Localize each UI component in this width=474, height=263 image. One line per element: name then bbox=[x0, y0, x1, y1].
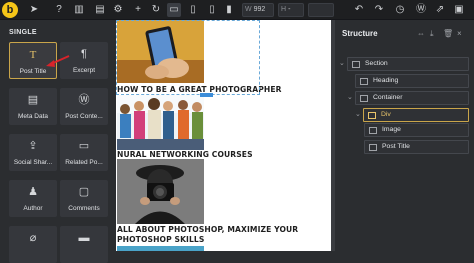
height-value: - bbox=[288, 6, 291, 13]
share-icon: ⇪ bbox=[28, 140, 38, 152]
element-related-posts[interactable]: ▭ Related Po... bbox=[60, 134, 108, 171]
structure-panel: Structure ⇔ ⤓ 🗑 × ⌄ Section Heading ⌄ Co… bbox=[335, 20, 474, 251]
attachment-icon: ⌀ bbox=[29, 232, 37, 244]
node-label: Image bbox=[382, 126, 401, 133]
structure-node-container[interactable]: ⌄ Container bbox=[347, 91, 469, 105]
post-title-text[interactable]: ALL ABOUT PHOTOSHOP, MAXIMIZE YOUR PHOTO… bbox=[117, 225, 327, 245]
add-icon[interactable]: + bbox=[131, 3, 145, 17]
structure-node-section[interactable]: ⌄ Section bbox=[339, 57, 469, 71]
wordpress-icon[interactable]: Ⓦ bbox=[414, 3, 428, 17]
node-label: Div bbox=[381, 111, 391, 118]
related-posts-icon: ▭ bbox=[78, 140, 90, 152]
node-label: Heading bbox=[373, 77, 399, 84]
undo-icon[interactable]: ↶ bbox=[352, 3, 366, 17]
chevron-down-icon[interactable]: ⌄ bbox=[339, 59, 345, 67]
post-image-phone[interactable] bbox=[117, 20, 204, 83]
element-label: Comments bbox=[68, 205, 100, 212]
document-icon: ▤ bbox=[27, 94, 39, 106]
image-icon bbox=[369, 127, 377, 134]
height-field[interactable]: H- bbox=[278, 3, 304, 17]
tablet-landscape-icon[interactable]: ▯ bbox=[186, 3, 200, 17]
element-author[interactable]: ♟ Author bbox=[9, 180, 57, 217]
redo-icon[interactable]: ↷ bbox=[372, 3, 386, 17]
chevron-down-icon[interactable]: ⌄ bbox=[355, 110, 361, 118]
elements-panel: SINGLE T Post Title ¶ Excerpt ▤ Meta Dat… bbox=[0, 20, 116, 263]
page-canvas: HOW TO BE A GREAT PHOTOGRAPHER NURAL NET… bbox=[116, 20, 331, 251]
user-icon: ♟ bbox=[28, 186, 38, 198]
element-label: Social Shar... bbox=[13, 159, 53, 166]
layers-icon[interactable]: ▥ bbox=[72, 3, 86, 17]
expand-icon[interactable]: ⇔ bbox=[417, 29, 425, 38]
pointer-icon[interactable]: ➤ bbox=[27, 3, 41, 17]
element-label: Meta Data bbox=[18, 113, 48, 120]
top-toolbar: b ➤ ? ▥ ▤ ⚙ + ↻ ▭ ▯ ▯ ▮ W 992 H- ↶ ↷ ◷ Ⓦ … bbox=[0, 0, 474, 20]
trash-icon[interactable]: 🗑 bbox=[443, 29, 453, 38]
structure-node-heading[interactable]: Heading bbox=[355, 74, 469, 88]
container-icon bbox=[360, 95, 368, 102]
element-label: Excerpt bbox=[72, 67, 96, 74]
selection-badge[interactable] bbox=[200, 93, 213, 97]
help-icon[interactable]: ? bbox=[52, 3, 66, 17]
wordpress-icon: Ⓦ bbox=[78, 94, 90, 106]
external-link-icon[interactable]: ⇗ bbox=[433, 3, 447, 17]
element-social-sharing[interactable]: ⇪ Social Shar... bbox=[9, 134, 57, 171]
post-title-icon bbox=[369, 144, 377, 151]
structure-node-post-title[interactable]: Post Title bbox=[364, 140, 469, 154]
save-icon[interactable]: ▣ bbox=[452, 3, 466, 17]
divider-icon: ▬ bbox=[78, 232, 90, 244]
node-label: Post Title bbox=[382, 143, 410, 150]
heading-icon bbox=[360, 78, 368, 85]
download-icon[interactable]: ⤓ bbox=[430, 29, 434, 39]
comment-icon: ▢ bbox=[78, 186, 90, 198]
element-label: Related Po... bbox=[65, 159, 103, 166]
element-label: Post Conte... bbox=[65, 113, 103, 120]
document-icon[interactable]: ▤ bbox=[93, 3, 107, 17]
section-heading: SINGLE bbox=[9, 29, 37, 36]
post-image-partial bbox=[117, 246, 204, 251]
section-icon bbox=[352, 61, 360, 68]
width-label: W bbox=[245, 6, 252, 13]
structure-node-image[interactable]: Image bbox=[364, 123, 469, 137]
builder-logo[interactable]: b bbox=[2, 2, 18, 18]
element-label: Post Title bbox=[19, 68, 47, 75]
structure-title: Structure bbox=[342, 29, 378, 38]
refresh-icon[interactable]: ↻ bbox=[149, 3, 163, 17]
element-divider[interactable]: ▬ bbox=[60, 226, 108, 263]
element-comments[interactable]: ▢ Comments bbox=[60, 180, 108, 217]
tablet-icon[interactable]: ▯ bbox=[205, 3, 219, 17]
height-label: H bbox=[281, 6, 287, 13]
chevron-down-icon[interactable]: ⌄ bbox=[347, 93, 353, 101]
mobile-icon[interactable]: ▮ bbox=[222, 3, 236, 17]
history-icon[interactable]: ◷ bbox=[393, 3, 407, 17]
element-meta-data[interactable]: ▤ Meta Data bbox=[9, 88, 57, 125]
element-post-content[interactable]: Ⓦ Post Conte... bbox=[60, 88, 108, 125]
div-icon bbox=[368, 112, 376, 119]
element-attachment[interactable]: ⌀ bbox=[9, 226, 57, 263]
red-arrow-icon bbox=[46, 55, 70, 67]
node-label: Section bbox=[365, 60, 388, 67]
settings-icon[interactable]: ⚙ bbox=[111, 3, 125, 17]
node-label: Container bbox=[373, 94, 403, 101]
width-value: 992 bbox=[253, 6, 266, 13]
structure-node-div[interactable]: ⌄ Div bbox=[355, 108, 469, 122]
desktop-icon[interactable]: ▭ bbox=[167, 3, 181, 17]
element-label: Author bbox=[23, 205, 43, 212]
width-field[interactable]: W 992 bbox=[242, 3, 274, 17]
close-icon[interactable]: × bbox=[457, 29, 462, 38]
zoom-field[interactable] bbox=[308, 3, 334, 17]
post-image-photographer[interactable] bbox=[117, 159, 204, 224]
post-image-students[interactable] bbox=[117, 95, 204, 150]
